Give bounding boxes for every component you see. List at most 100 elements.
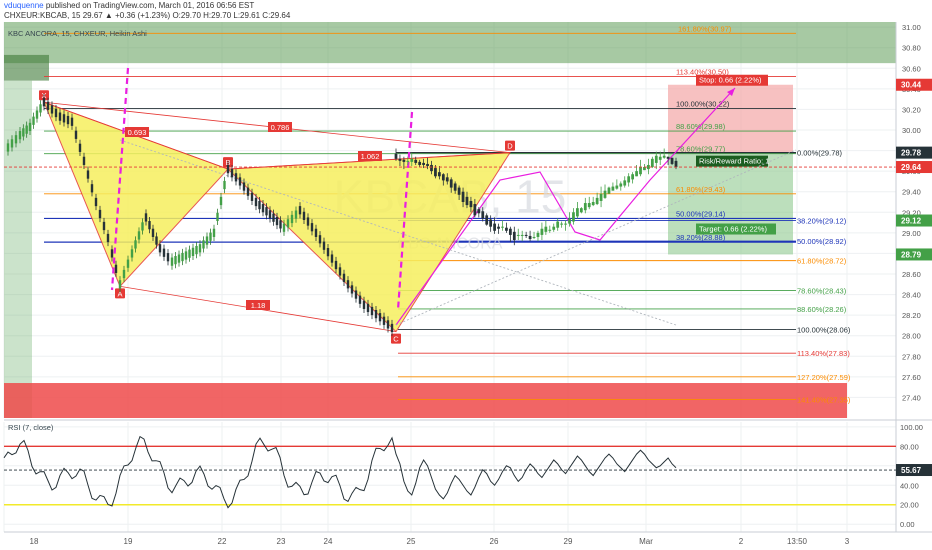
candle (102, 221, 106, 231)
fib-right-label: 78.60%(28.43) (797, 286, 847, 295)
candle (230, 169, 234, 178)
candle (126, 259, 130, 268)
candle (599, 193, 603, 201)
candle (306, 217, 310, 226)
y-tick-label: 30.00 (902, 126, 921, 135)
candle (110, 249, 114, 258)
candle (205, 236, 209, 245)
candle (238, 177, 242, 186)
candle (536, 232, 540, 237)
candle (386, 320, 390, 329)
candle (465, 196, 469, 206)
x-tick-label: 29 (564, 537, 573, 546)
candle (607, 187, 611, 194)
candle (122, 269, 126, 279)
candle (505, 227, 508, 231)
candle (623, 180, 627, 186)
candle (74, 130, 78, 139)
candle (358, 295, 362, 304)
candle (524, 234, 528, 236)
chart-svg[interactable]: Stop: 0.66 (2.22%)Target: 0.66 (2.22%)Ri… (0, 0, 932, 550)
candle (603, 190, 607, 198)
candle (302, 211, 306, 220)
candle (28, 122, 32, 132)
candle (382, 316, 386, 325)
x-tick-label: 13:50 (787, 537, 808, 546)
candle (258, 200, 261, 210)
candle (318, 235, 322, 244)
x-tick-label: 22 (218, 537, 227, 546)
fib-right-label: 113.40%(27.83) (797, 349, 850, 358)
candle (481, 211, 485, 219)
candle (118, 280, 122, 289)
candle (246, 187, 250, 196)
rsi-tick-label: 20.00 (900, 501, 919, 510)
candle (181, 252, 184, 262)
candle (151, 228, 155, 237)
candle (611, 186, 615, 191)
fib-left-label: 100.00%(30.22) (676, 99, 730, 108)
candle (477, 209, 481, 214)
point-marker: C (393, 335, 399, 344)
candle (35, 110, 39, 119)
price-badge: 29.64 (901, 163, 922, 172)
candle (195, 245, 198, 255)
candle (516, 234, 520, 236)
x-tick-label: 23 (277, 537, 286, 546)
candle (144, 213, 148, 222)
candle (430, 164, 433, 172)
candle (540, 228, 544, 235)
candle (177, 254, 181, 263)
candle (422, 162, 425, 165)
candle (6, 143, 10, 152)
candle (106, 233, 110, 243)
rsi-tick-label: 80.00 (900, 442, 919, 451)
candle (198, 244, 202, 253)
x-tick-label: 3 (845, 537, 850, 546)
fib-right-label: 100.00%(28.06) (797, 326, 851, 335)
candle (583, 203, 587, 211)
candle (279, 220, 282, 229)
stop-label: Stop: 0.66 (2.22%) (699, 76, 762, 85)
candle (576, 208, 579, 217)
candle (290, 214, 294, 224)
candle (94, 197, 98, 207)
candle (134, 240, 137, 249)
candle (275, 216, 279, 226)
candle (338, 267, 342, 276)
candle (378, 313, 382, 322)
candle (141, 222, 144, 231)
rr-label: Risk/Reward Ratio: 1 (699, 157, 769, 166)
y-tick-label: 27.40 (902, 393, 921, 402)
candle (461, 191, 465, 202)
ratio-label: 0.693 (128, 128, 147, 137)
fib-left-label: 88.60%(29.98) (676, 122, 726, 131)
candle (508, 228, 512, 235)
candle (591, 202, 595, 206)
fib-right-label: 0.00%(29.78) (797, 149, 843, 158)
candle (489, 219, 493, 227)
candle (265, 207, 268, 216)
y-tick-label: 28.00 (902, 332, 921, 341)
y-tick-label: 28.20 (902, 311, 921, 320)
candle (643, 167, 646, 171)
candle (654, 155, 658, 163)
candle (158, 244, 162, 253)
candle (174, 256, 177, 265)
candle (520, 234, 524, 236)
candle (434, 168, 437, 177)
fib-left-label: 61.80%(29.43) (676, 185, 726, 194)
candle (418, 161, 422, 165)
ratio-label: 0.786 (271, 123, 290, 132)
candle (294, 210, 298, 219)
candle (330, 254, 334, 263)
candle (445, 177, 449, 182)
candle (362, 300, 366, 309)
x-tick-label: 2 (739, 537, 744, 546)
y-tick-label: 31.00 (902, 23, 921, 32)
candle (261, 204, 265, 213)
rsi-title: RSI (7, close) (8, 423, 54, 432)
price-badge: 28.79 (901, 250, 922, 259)
y-tick-label: 29.40 (902, 188, 921, 197)
candle (595, 197, 599, 205)
